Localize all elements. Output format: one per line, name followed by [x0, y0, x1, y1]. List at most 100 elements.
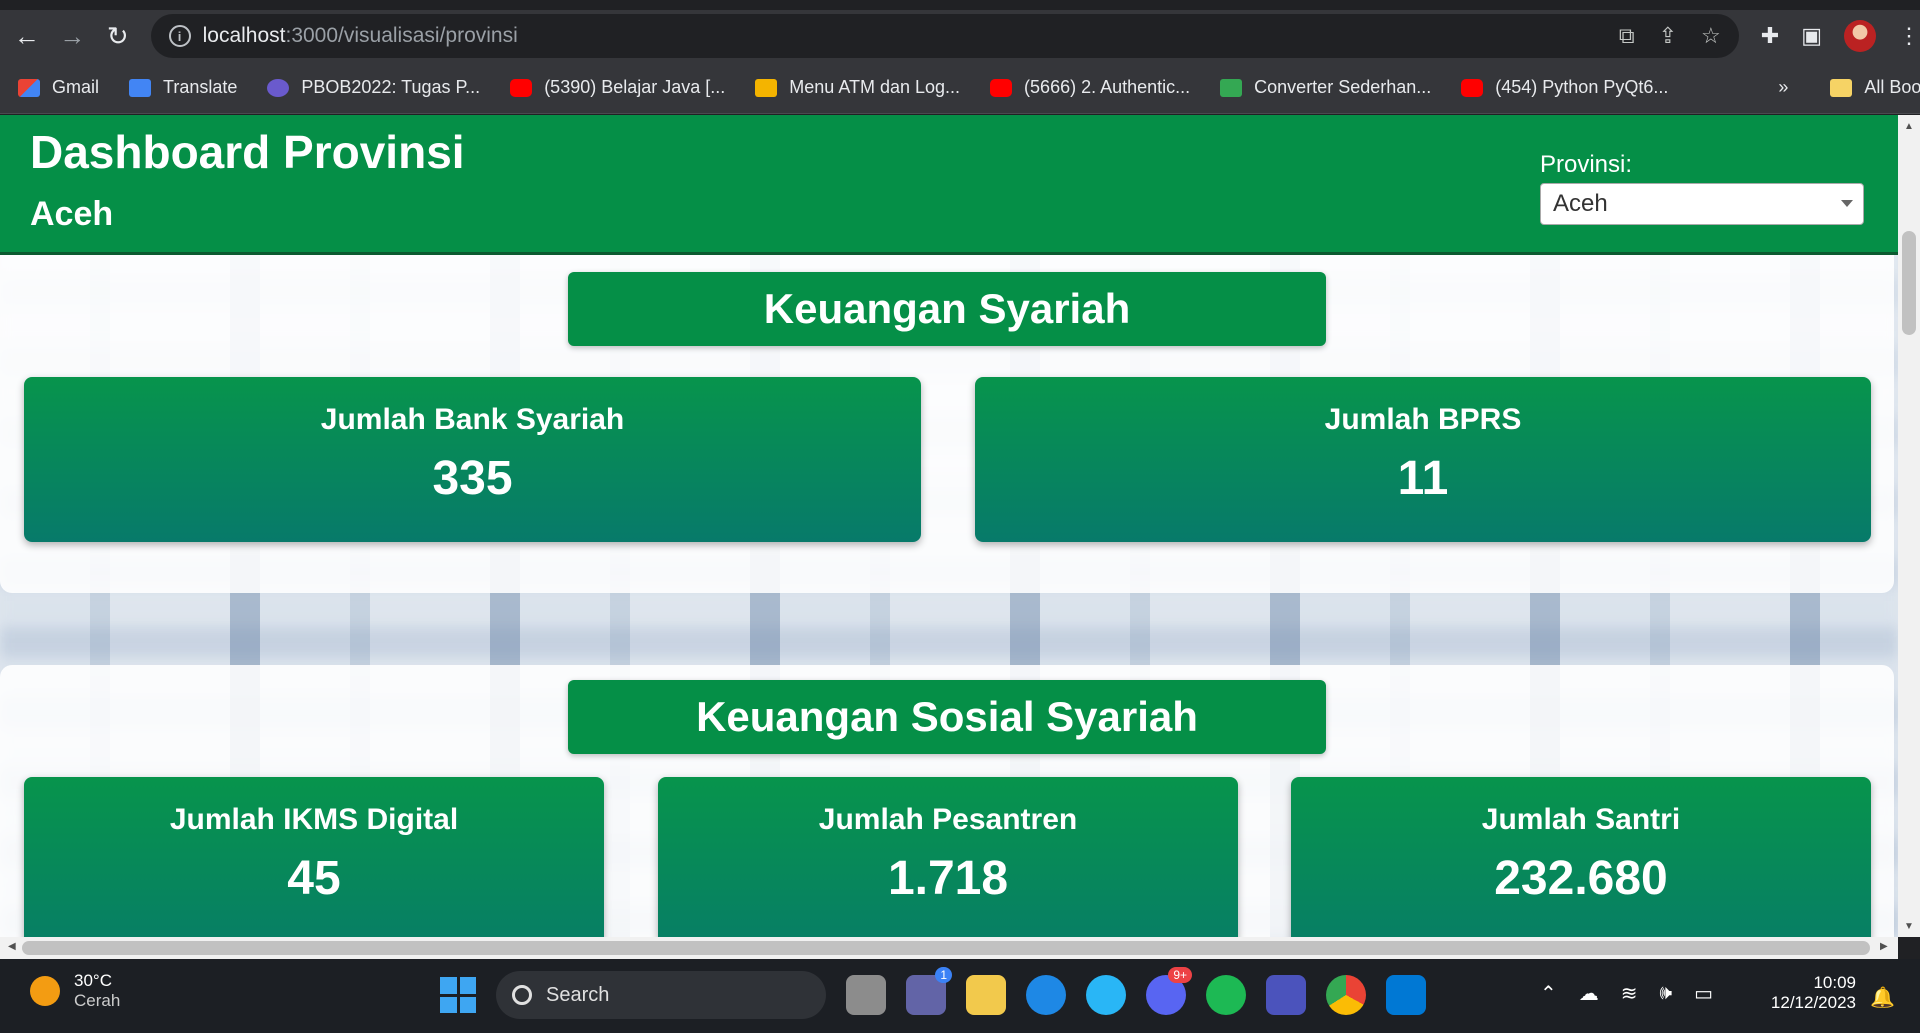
bookmarks-bar: Gmail Translate PBOB2022: Tugas P... (53…	[0, 62, 1920, 114]
windows-start-icon[interactable]	[440, 977, 476, 1013]
bookmarks-overflow-button[interactable]: »	[1778, 77, 1788, 98]
card-ikms-digital: Jumlah IKMS Digital 45	[24, 777, 604, 937]
bookmark-translate[interactable]: Translate	[129, 77, 237, 98]
card-bank-syariah: Jumlah Bank Syariah 335	[24, 377, 921, 542]
edge-icon[interactable]	[1026, 975, 1066, 1015]
vertical-scroll-thumb[interactable]	[1902, 231, 1916, 335]
section-keuangan-sosial-syariah: Keuangan Sosial Syariah Jumlah IKMS Digi…	[0, 665, 1894, 937]
address-bar[interactable]: i localhost:3000/visualisasi/provinsi ⧉ …	[150, 14, 1739, 58]
vertical-scrollbar[interactable]: ▲ ▼	[1898, 115, 1920, 937]
chrome-icon[interactable]	[1326, 975, 1366, 1015]
site-info-icon[interactable]: i	[168, 25, 191, 47]
extensions-icon[interactable]: ✚	[1761, 23, 1779, 49]
teams-work-icon[interactable]	[1266, 975, 1306, 1015]
card-value: 335	[432, 452, 513, 505]
card-bprs: Jumlah BPRS 11	[975, 377, 1871, 542]
gmail-icon	[18, 78, 40, 97]
section-title: Keuangan Syariah	[568, 272, 1326, 346]
teams-icon[interactable]: 1	[906, 967, 952, 1015]
all-bookmarks-button[interactable]: All Bookmarks	[1830, 77, 1920, 98]
bookmark-pbob2022[interactable]: PBOB2022: Tugas P...	[267, 77, 480, 98]
youtube-icon	[1461, 78, 1484, 97]
notification-bell-icon[interactable]: 🔔	[1870, 985, 1895, 1010]
wifi-icon[interactable]: ≋	[1621, 981, 1638, 1006]
bookmark-label: (5390) Belajar Java [...	[544, 77, 726, 97]
reload-icon[interactable]: ↻	[99, 16, 137, 56]
card-value: 232.680	[1494, 852, 1668, 905]
folder-icon	[1830, 78, 1853, 97]
help-icon[interactable]	[1086, 975, 1126, 1015]
card-label: Jumlah Pesantren	[818, 803, 1078, 836]
bookmark-label: PBOB2022: Tugas P...	[301, 77, 481, 97]
box-icon	[755, 78, 778, 97]
share-icon[interactable]: ⇪	[1659, 23, 1677, 49]
weather-desc: Cerah	[74, 991, 121, 1010]
youtube-icon	[510, 78, 533, 97]
scroll-right-icon[interactable]: ▶	[1880, 941, 1888, 952]
bookmark-belajar-java[interactable]: (5390) Belajar Java [...	[510, 77, 725, 98]
chevron-up-icon[interactable]: ⌃	[1540, 981, 1557, 1006]
page-viewport: Dashboard Provinsi Aceh Provinsi: Aceh K…	[0, 115, 1898, 937]
cube-icon	[1220, 78, 1243, 97]
card-label: Jumlah BPRS	[1324, 403, 1522, 436]
bookmark-label: Gmail	[52, 77, 100, 97]
page-title: Dashboard Provinsi	[30, 126, 465, 178]
horizontal-scrollbar[interactable]: ◀ ▶	[0, 937, 1898, 959]
search-placeholder: Search	[546, 983, 610, 1006]
bookmark-star-icon[interactable]: ☆	[1701, 23, 1721, 49]
clock-time: 10:09	[1813, 973, 1856, 992]
tab-strip	[0, 0, 1920, 10]
teams-badge: 1	[935, 967, 952, 983]
bookmark-label: Translate	[163, 77, 238, 97]
volume-icon[interactable]: 🕪	[1660, 982, 1673, 1005]
task-view-icon[interactable]	[846, 975, 886, 1015]
bookmark-authentic[interactable]: (5666) 2. Authentic...	[990, 77, 1190, 98]
vscode-icon[interactable]	[1386, 975, 1426, 1015]
battery-icon[interactable]: ▭	[1694, 981, 1713, 1006]
bookmark-converter[interactable]: Converter Sederhan...	[1220, 77, 1431, 98]
scroll-down-icon[interactable]: ▼	[1904, 921, 1914, 932]
file-explorer-icon[interactable]	[966, 975, 1006, 1015]
url-text[interactable]: localhost:3000/visualisasi/provinsi	[203, 24, 518, 48]
card-value: 1.718	[887, 852, 1009, 905]
bookmark-label: Menu ATM dan Log...	[789, 77, 961, 97]
page-subtitle: Aceh	[30, 195, 114, 233]
horizontal-scroll-thumb[interactable]	[22, 941, 1870, 955]
discord-icon[interactable]: 9+	[1146, 967, 1192, 1015]
province-selected-value: Aceh	[1553, 190, 1608, 217]
bookmark-menu-atm[interactable]: Menu ATM dan Log...	[755, 77, 960, 98]
bookmark-gmail[interactable]: Gmail	[18, 77, 99, 98]
section-keuangan-syariah: Keuangan Syariah Jumlah Bank Syariah 335…	[0, 255, 1894, 593]
side-panel-icon[interactable]: ▣	[1801, 23, 1822, 49]
bookmark-label: Converter Sederhan...	[1254, 77, 1432, 97]
translate-icon[interactable]: ⧉	[1619, 23, 1635, 49]
bookmark-label: (5666) 2. Authentic...	[1024, 77, 1191, 97]
taskbar-search[interactable]: Search	[496, 971, 826, 1019]
chevron-down-icon	[1841, 200, 1853, 207]
url-path: :3000/visualisasi/provinsi	[285, 24, 518, 47]
bookmark-python-pyqt6[interactable]: (454) Python PyQt6...	[1461, 77, 1668, 98]
scroll-left-icon[interactable]: ◀	[8, 941, 16, 952]
card-label: Jumlah Santri	[1481, 803, 1681, 836]
province-select[interactable]: Aceh	[1540, 183, 1864, 225]
menu-kebab-icon[interactable]: ⋮	[1898, 23, 1920, 49]
scroll-up-icon[interactable]: ▲	[1904, 121, 1914, 132]
onedrive-icon[interactable]: ☁	[1579, 981, 1599, 1006]
all-bookmarks-label: All Bookmarks	[1864, 77, 1920, 97]
weather-widget[interactable]: 30°C Cerah	[30, 971, 120, 1011]
sun-icon	[30, 976, 60, 1006]
profile-avatar[interactable]	[1843, 20, 1876, 52]
card-pesantren: Jumlah Pesantren 1.718	[658, 777, 1238, 937]
spotify-icon[interactable]	[1206, 975, 1246, 1015]
forward-icon[interactable]: →	[54, 16, 92, 56]
section-title: Keuangan Sosial Syariah	[568, 680, 1326, 754]
card-label: Jumlah Bank Syariah	[320, 403, 625, 436]
youtube-icon	[990, 78, 1013, 97]
back-icon[interactable]: ←	[8, 16, 46, 56]
card-value: 11	[1397, 452, 1449, 505]
clock-date: 12/12/2023	[1770, 993, 1856, 1012]
system-clock[interactable]: 10:09 12/12/2023	[1760, 973, 1856, 1013]
card-label: Jumlah IKMS Digital	[169, 803, 459, 836]
card-value: 45	[287, 852, 341, 905]
dashboard-header: Dashboard Provinsi Aceh Provinsi: Aceh	[0, 115, 1898, 255]
